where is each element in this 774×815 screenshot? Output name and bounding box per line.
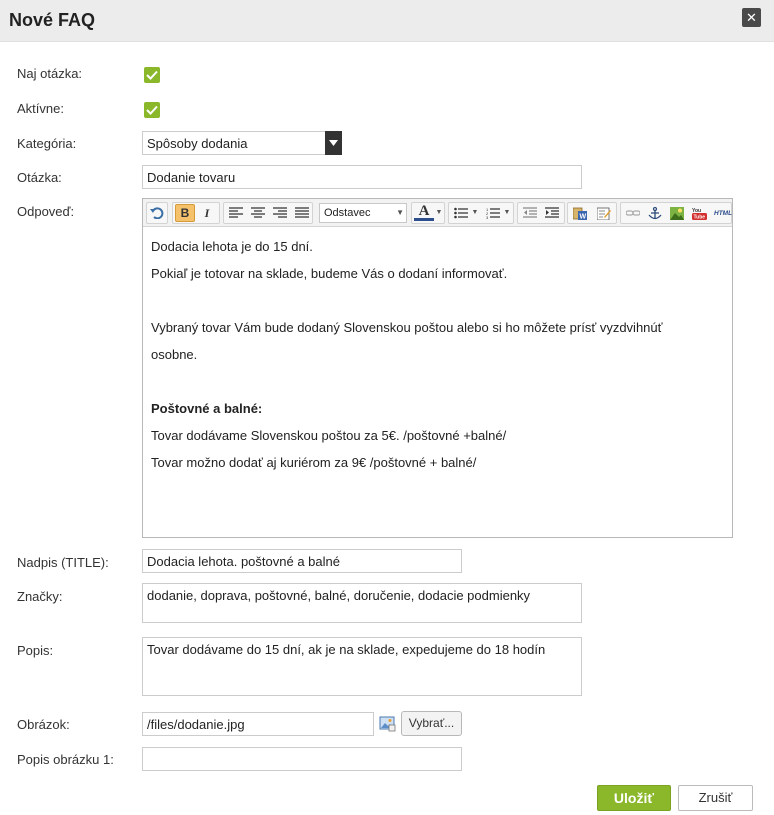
answer-label: Odpoveď: bbox=[17, 204, 75, 219]
align-justify-icon[interactable] bbox=[292, 204, 312, 222]
paste-word-icon[interactable]: W bbox=[570, 204, 590, 222]
text-style-group: B I bbox=[172, 202, 220, 224]
answer-editor[interactable]: B I Odstavec ▼ A ▼ ▼ 1 2 3 ▼ W You Tube … bbox=[142, 198, 733, 538]
align-center-icon[interactable] bbox=[248, 204, 268, 222]
category-label: Kategória: bbox=[17, 136, 77, 151]
italic-button[interactable]: I bbox=[197, 204, 217, 222]
tags-textarea[interactable]: dodanie, doprava, poštovné, balné, doruč… bbox=[142, 583, 582, 623]
description-label: Popis: bbox=[17, 643, 54, 658]
chevron-down-icon[interactable] bbox=[325, 131, 342, 155]
image-label: Obrázok: bbox=[17, 717, 70, 732]
format-value: Odstavec bbox=[324, 207, 371, 219]
format-select[interactable]: Odstavec ▼ bbox=[319, 203, 407, 223]
indent-group bbox=[517, 202, 565, 224]
edit-icon[interactable] bbox=[594, 204, 614, 222]
svg-text:3: 3 bbox=[486, 215, 489, 219]
align-group bbox=[223, 202, 313, 224]
svg-text:W: W bbox=[580, 214, 587, 221]
top-question-checkbox[interactable] bbox=[144, 67, 160, 83]
outdent-icon[interactable] bbox=[520, 204, 540, 222]
anchor-icon[interactable] bbox=[645, 204, 665, 222]
indent-icon[interactable] bbox=[542, 204, 562, 222]
chevron-down-icon[interactable]: ▼ bbox=[503, 204, 511, 222]
title-input[interactable] bbox=[142, 549, 462, 573]
content-line: Tovar možno dodať aj kuriérom za 9€ /poš… bbox=[151, 455, 477, 470]
bullet-list-icon[interactable] bbox=[451, 204, 471, 222]
image-caption-input[interactable] bbox=[142, 747, 462, 771]
tags-label: Značky: bbox=[17, 589, 63, 604]
image-pick-button[interactable]: Vybrať... bbox=[401, 711, 462, 736]
chevron-down-icon: ▼ bbox=[396, 208, 404, 217]
top-question-label: Naj otázka: bbox=[17, 66, 83, 81]
question-input[interactable] bbox=[142, 165, 582, 189]
dialog-title: Nové FAQ bbox=[9, 10, 96, 30]
content-line: osobne. bbox=[151, 347, 198, 362]
undo-icon[interactable] bbox=[147, 204, 167, 222]
svg-text:HTML: HTML bbox=[714, 210, 732, 217]
bold-button[interactable]: B bbox=[175, 204, 195, 222]
checkmark-icon bbox=[146, 105, 158, 115]
paste-group: W bbox=[567, 202, 617, 224]
editor-toolbar: B I Odstavec ▼ A ▼ ▼ 1 2 3 ▼ W You Tube … bbox=[143, 199, 732, 227]
active-checkbox[interactable] bbox=[144, 102, 160, 118]
color-group: A ▼ bbox=[411, 202, 445, 224]
text-color-button[interactable]: A bbox=[414, 204, 434, 221]
category-select[interactable]: Spôsoby dodania bbox=[142, 131, 342, 155]
align-left-icon[interactable] bbox=[226, 204, 246, 222]
title-label: Nadpis (TITLE): bbox=[17, 555, 109, 570]
image-preview-icon[interactable] bbox=[379, 715, 396, 732]
category-value: Spôsoby dodania bbox=[147, 136, 248, 151]
content-line: Vybraný tovar Vám bude dodaný Slovenskou… bbox=[151, 320, 663, 335]
question-label: Otázka: bbox=[17, 170, 62, 185]
svg-text:Tube: Tube bbox=[694, 215, 706, 221]
insert-group: You Tube HTML bbox=[620, 202, 732, 224]
chevron-down-icon[interactable]: ▼ bbox=[471, 204, 479, 222]
save-button[interactable]: Uložiť bbox=[597, 785, 671, 811]
cancel-button[interactable]: Zrušiť bbox=[678, 785, 753, 811]
image-path-input[interactable] bbox=[142, 712, 374, 736]
close-icon[interactable]: ✕ bbox=[742, 8, 761, 27]
content-line: Tovar dodávame Slovenskou poštou za 5€. … bbox=[151, 428, 507, 443]
youtube-icon[interactable]: You Tube bbox=[689, 204, 709, 222]
content-heading: Poštovné a balné: bbox=[151, 401, 263, 416]
list-group: ▼ 123 ▼ bbox=[448, 202, 514, 224]
image-caption-label: Popis obrázku 1: bbox=[17, 752, 114, 767]
numbered-list-icon[interactable]: 123 bbox=[483, 204, 503, 222]
link-icon[interactable] bbox=[623, 204, 643, 222]
align-right-icon[interactable] bbox=[270, 204, 290, 222]
content-line: Dodacia lehota je do 15 dní. bbox=[151, 239, 313, 254]
html-icon[interactable]: HTML bbox=[711, 204, 733, 222]
dialog-titlebar: Nové FAQ ✕ bbox=[0, 0, 774, 42]
description-textarea[interactable]: Tovar dodávame do 15 dní, ak je na sklad… bbox=[142, 637, 582, 696]
chevron-down-icon[interactable]: ▼ bbox=[434, 204, 444, 222]
undo-group bbox=[146, 202, 168, 224]
content-line: Pokiaľ je totovar na sklade, budeme Vás … bbox=[151, 266, 508, 281]
checkmark-icon bbox=[146, 70, 158, 80]
active-label: Aktívne: bbox=[17, 101, 64, 116]
editor-content[interactable]: Dodacia lehota je do 15 dní. Pokiaľ je t… bbox=[151, 233, 721, 476]
image-icon[interactable] bbox=[667, 204, 687, 222]
